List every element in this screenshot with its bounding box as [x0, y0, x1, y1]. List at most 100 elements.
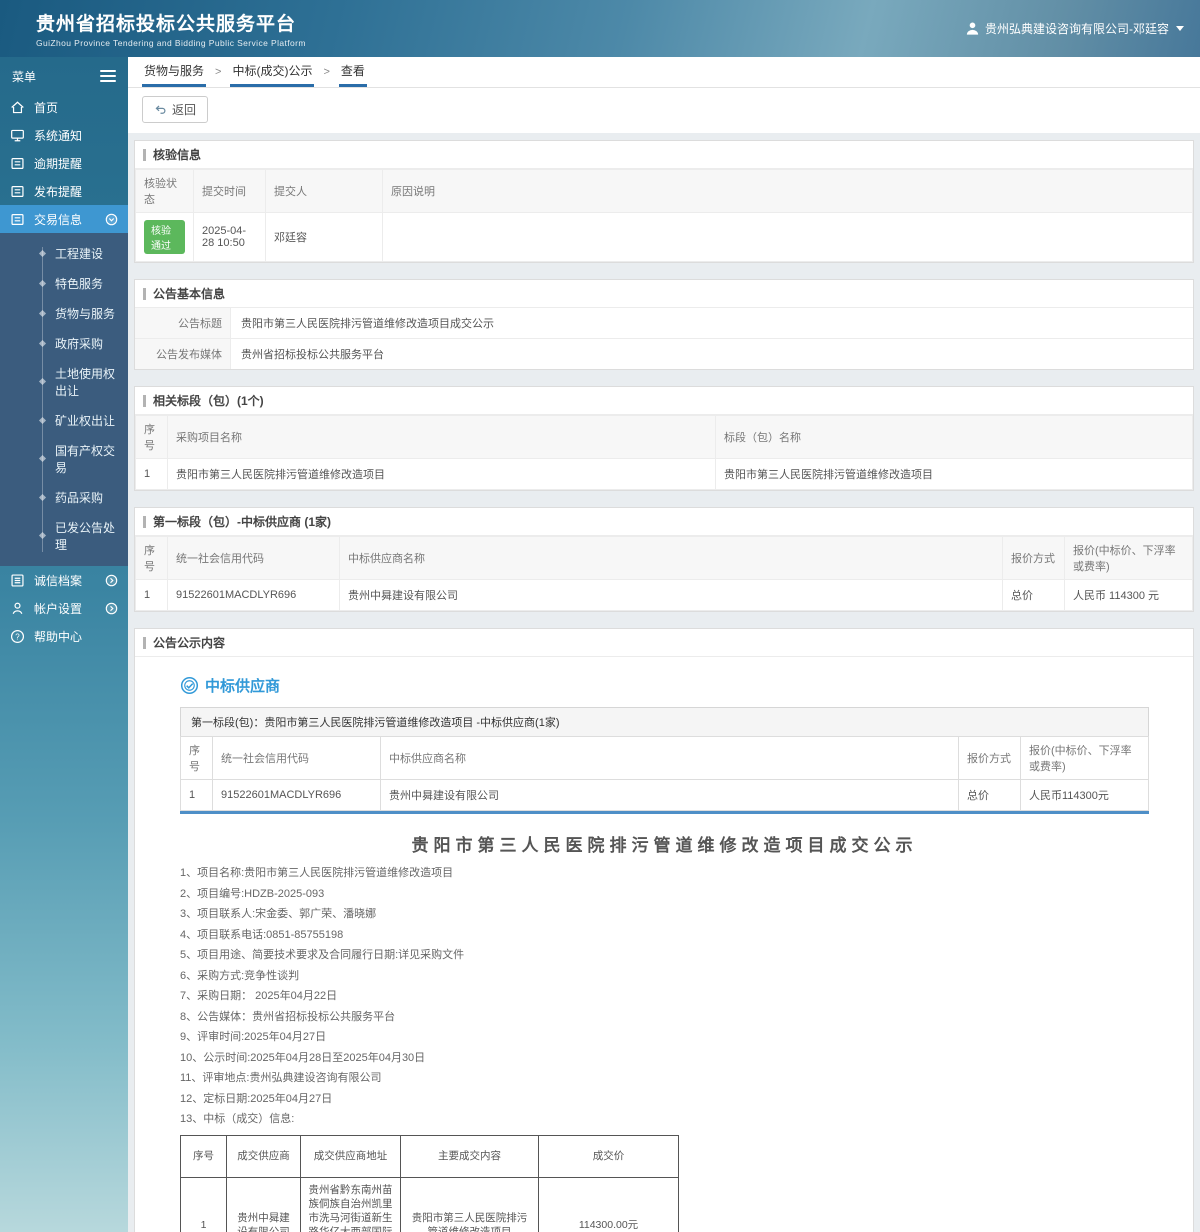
- col-verify-status: 核验状态: [135, 169, 194, 213]
- section-bar: [143, 636, 146, 649]
- col-deal-supplier: 成交供应商: [226, 1134, 301, 1178]
- doc-line: 13、中标（成交）信息:: [180, 1113, 295, 1125]
- field-label: 公告发布媒体: [135, 339, 231, 369]
- submenu-item-mining-rights[interactable]: 矿业权出让: [0, 405, 128, 435]
- table-row: 1 91522601MACDLYR696 贵州中曻建设有限公司 总价 人民币 1…: [135, 579, 1193, 611]
- user-icon: [965, 21, 980, 36]
- cell-quote-method: 总价: [958, 779, 1021, 811]
- table-header-row: 序号 成交供应商 成交供应商地址 主要成交内容 成交价: [180, 1134, 679, 1178]
- status-badge: 核验通过: [144, 220, 185, 254]
- col-submitter: 提交人: [265, 169, 383, 213]
- form-row-media: 公告发布媒体 贵州省招标投标公共服务平台: [135, 339, 1193, 369]
- announcement-content-section: 公告公示内容 中标供应商 第一标段(包)：贵阳市第三人民医院排污管道维修改造项目…: [134, 628, 1194, 1232]
- section-title: 公告基本信息: [153, 287, 226, 301]
- cell-quote: 人民币 114300 元: [1064, 579, 1193, 611]
- sidebar: 菜单 首页 系统通知 逾期提醒 发布提醒 交易信息 工程建设 特色服务 货物与服…: [0, 57, 128, 1232]
- submenu-item-gov-procurement[interactable]: 政府采购: [0, 328, 128, 358]
- submenu-item-drug-procurement[interactable]: 药品采购: [0, 482, 128, 512]
- cell-credit-code: 91522601MACDLYR696: [212, 779, 381, 811]
- hamburger-icon[interactable]: [100, 67, 116, 85]
- cell-deal-content: 贵阳市第三人民医院排污管道维修改造项目: [400, 1176, 539, 1232]
- list-icon: [10, 573, 25, 588]
- winner-section: 第一标段（包）-中标供应商 (1家) 序号 统一社会信用代码 中标供应商名称 报…: [134, 507, 1194, 612]
- publish-media-value: 贵州省招标投标公共服务平台: [241, 349, 384, 361]
- submenu-item-published-notices[interactable]: 已发公告处理: [0, 512, 128, 559]
- breadcrumb-goods-services[interactable]: 货物与服务: [142, 56, 207, 87]
- submenu-item-special-services[interactable]: 特色服务: [0, 268, 128, 298]
- user-menu[interactable]: 贵州弘典建设咨询有限公司-邓廷容: [965, 20, 1184, 37]
- section-bar: [143, 515, 146, 528]
- sidebar-item-help-center[interactable]: ? 帮助中心: [0, 622, 128, 650]
- field-label: 公告标题: [135, 308, 231, 338]
- section-title: 核验信息: [153, 148, 202, 162]
- cell-credit-code: 91522601MACDLYR696: [167, 579, 340, 611]
- sidebar-item-home[interactable]: 首页: [0, 93, 128, 121]
- cell-supplier-address: 贵州省黔东南州苗族侗族自治州凯里市洗马河街道新生路华亿大西部国际商贸城一期A1区…: [300, 1176, 401, 1232]
- doc-line: 11、评审地点:贵州弘典建设咨询有限公司: [180, 1072, 382, 1084]
- platform-title: 贵州省招标投标公共服务平台: [36, 14, 297, 35]
- col-supplier-name: 中标供应商名称: [339, 536, 1003, 580]
- related-packages-table: 序号 采购项目名称 标段（包）名称 1 贵阳市第三人民医院排污管道维修改造项目 …: [135, 415, 1193, 490]
- top-header: 贵州省招标投标公共服务平台 GuiZhou Province Tendering…: [0, 0, 1200, 57]
- col-credit-code: 统一社会信用代码: [167, 536, 340, 580]
- question-circle-icon: ?: [10, 629, 25, 644]
- section-title: 第一标段（包）-中标供应商 (1家): [153, 515, 331, 529]
- cell-quote-method: 总价: [1002, 579, 1065, 611]
- form-row-title: 公告标题 贵阳市第三人民医院排污管道维修改造项目成交公示: [135, 308, 1193, 339]
- brand: 贵州省招标投标公共服务平台 GuiZhou Province Tendering…: [36, 9, 306, 48]
- monitor-icon: [10, 128, 25, 143]
- section-title: 相关标段（包）(1个): [153, 394, 264, 408]
- sidebar-item-account-settings[interactable]: 帐户设置: [0, 594, 128, 622]
- sidebar-item-label: 逾期提醒: [34, 156, 83, 171]
- submenu-item-land-use[interactable]: 土地使用权出让: [0, 358, 128, 405]
- submenu-item-goods-services[interactable]: 货物与服务: [0, 298, 128, 328]
- doc-line: 10、公示时间:2025年04月28日至2025年04月30日: [180, 1051, 426, 1064]
- col-index: 序号: [135, 415, 168, 459]
- person-icon: [10, 601, 25, 616]
- content-winner-table: 序号 统一社会信用代码 中标供应商名称 报价方式 报价(中标价、下浮率或费率) …: [180, 736, 1149, 811]
- doc-line: 4、项目联系电话:0851-85755198: [180, 928, 344, 941]
- doc-line: 3、项目联系人:宋金委、郭广荣、潘晓娜: [180, 908, 377, 920]
- sidebar-item-credit-archive[interactable]: 诚信档案: [0, 566, 128, 594]
- sidebar-item-overdue-reminder[interactable]: 逾期提醒: [0, 149, 128, 177]
- doc-line: 2、项目编号:HDZB-2025-093: [180, 887, 325, 900]
- chevron-down-icon: [1176, 26, 1184, 31]
- doc-line: 5、项目用途、简要技术要求及合同履行日期:详见采购文件: [180, 949, 465, 961]
- doc-line: 7、采购日期： 2025年04月22日: [180, 990, 338, 1002]
- cell-supplier-name: 贵州中曻建设有限公司: [380, 779, 959, 811]
- submenu-item-engineering[interactable]: 工程建设: [0, 238, 128, 268]
- col-credit-code: 统一社会信用代码: [212, 736, 381, 780]
- sidebar-item-notifications[interactable]: 系统通知: [0, 121, 128, 149]
- submenu-item-state-property[interactable]: 国有产权交易: [0, 435, 128, 482]
- table-row: 核验通过 2025-04-28 10:50 邓廷容: [135, 212, 1193, 262]
- breadcrumb-view[interactable]: 查看: [338, 56, 367, 87]
- supplier-heading: 中标供应商: [180, 675, 1149, 696]
- doc-line: 9、评审时间:2025年04月27日: [180, 1031, 327, 1043]
- breadcrumb-separator: >: [215, 66, 222, 78]
- back-button[interactable]: 返回: [142, 96, 209, 123]
- table-header-row: 序号 统一社会信用代码 中标供应商名称 报价方式 报价(中标价、下浮率或费率): [135, 536, 1193, 580]
- trade-info-submenu: 工程建设 特色服务 货物与服务 政府采购 土地使用权出让 矿业权出让 国有产权交…: [0, 233, 128, 566]
- main-area: 货物与服务 > 中标(成交)公示 > 查看 返回 核验信息 核验状态 提交时间 …: [128, 57, 1200, 1232]
- sidebar-item-publish-reminder[interactable]: 发布提醒: [0, 177, 128, 205]
- col-quote: 报价(中标价、下浮率或费率): [1064, 536, 1193, 580]
- section-bar: [143, 148, 146, 161]
- col-submit-time: 提交时间: [193, 169, 266, 213]
- toolbar: 返回: [128, 88, 1200, 133]
- col-supplier-address: 成交供应商地址: [300, 1134, 401, 1178]
- submitter: 邓廷容: [265, 212, 383, 262]
- cell-project-name: 贵阳市第三人民医院排污管道维修改造项目: [167, 458, 716, 490]
- col-index: 序号: [180, 1134, 227, 1178]
- folder-icon: [10, 212, 25, 227]
- menu-label: 菜单: [12, 69, 37, 84]
- sidebar-item-trade-info[interactable]: 交易信息: [0, 205, 128, 233]
- supplier-heading-text: 中标供应商: [205, 678, 281, 695]
- deal-info-table: 序号 成交供应商 成交供应商地址 主要成交内容 成交价 1 贵州中曻建设有限公司…: [180, 1134, 679, 1232]
- cell-index: 1: [180, 1176, 227, 1232]
- chevron-down-circle-icon: [105, 213, 118, 226]
- breadcrumb-award-notice[interactable]: 中标(成交)公示: [230, 56, 315, 87]
- col-quote: 报价(中标价、下浮率或费率): [1020, 736, 1149, 780]
- sidebar-item-label: 系统通知: [34, 128, 83, 143]
- cell-deal-price: 114300.00元: [538, 1176, 679, 1232]
- doc-line: 12、定标日期:2025年04月27日: [180, 1092, 333, 1105]
